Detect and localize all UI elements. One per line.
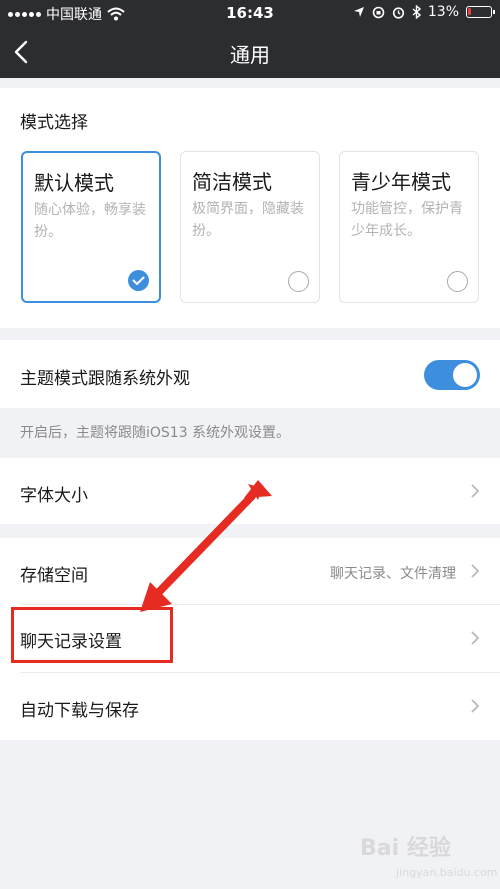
- watermark-text: Bai 经验: [360, 836, 451, 861]
- annotation-arrow-icon: [140, 480, 272, 612]
- watermark: Bai 经验: [360, 830, 451, 862]
- watermark-url: jingyan.baidu.com: [396, 866, 498, 879]
